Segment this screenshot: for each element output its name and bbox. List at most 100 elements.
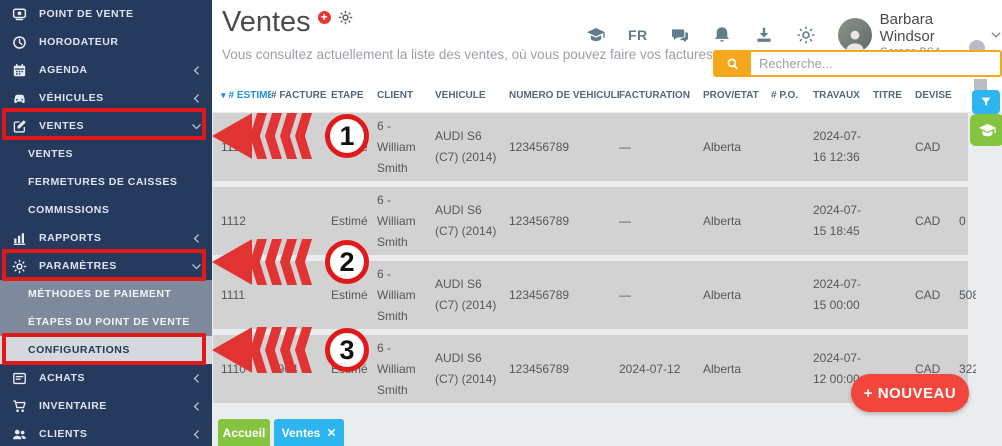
cell-client: 6 - William Smith <box>377 190 435 253</box>
cell-client: 6 - William Smith <box>377 338 435 401</box>
search-input[interactable] <box>751 52 1000 75</box>
sidebar-item-label: CLIENTS <box>39 428 87 440</box>
cell-etape: Estimé <box>331 137 377 158</box>
sidebar-item-ventes[interactable]: VENTES <box>0 140 212 168</box>
cell-devise: CAD <box>915 137 959 158</box>
cell-facture: 9904 <box>271 359 331 380</box>
settings-icon[interactable] <box>796 25 816 45</box>
sidebar-item-label: CONFIGURATIONS <box>28 344 130 356</box>
bar-chart-icon <box>12 230 28 246</box>
cell-prov: Alberta <box>703 211 771 232</box>
column-header[interactable]: NUMÉRO DE VÉHICULE <box>509 90 619 101</box>
chat-icon[interactable] <box>670 25 690 45</box>
search-icon[interactable] <box>715 52 751 75</box>
document-icon <box>12 370 28 386</box>
language-button[interactable]: FR <box>628 27 648 43</box>
close-icon[interactable] <box>327 428 336 437</box>
cell-estime: 1113 <box>221 137 271 158</box>
gear-icon[interactable] <box>338 10 353 25</box>
column-header[interactable]: # FACTURE <box>271 90 331 101</box>
graduation-cap-icon[interactable] <box>586 25 606 45</box>
cell-vehicule: AUDI S6 (C7) (2014) <box>435 126 509 168</box>
sidebar-item-label: RAPPORTS <box>39 232 101 244</box>
cell-etape: Estimé <box>331 285 377 306</box>
chevron-down-icon <box>191 121 202 132</box>
cell-prov: Alberta <box>703 359 771 380</box>
sidebar-item-ventes[interactable]: VENTES <box>0 112 212 140</box>
sidebar-item-parametres[interactable]: PARAMÈTRES <box>0 252 212 280</box>
table-row[interactable]: 1111 Estimé6 - William SmithAUDI S6 (C7) … <box>213 261 968 329</box>
cell-devise: CAD <box>915 211 959 232</box>
avatar[interactable] <box>838 18 872 52</box>
sidebar-item-configurations[interactable]: CONFIGURATIONS <box>0 336 212 364</box>
column-header-label: ÉTAPE <box>331 90 364 101</box>
column-header[interactable]: TITRE <box>873 90 915 101</box>
column-header[interactable]: # P.O. <box>771 90 813 101</box>
tab-accueil[interactable]: Accueil <box>218 419 270 446</box>
table-row[interactable]: 1113Estimé6 - William SmithAUDI S6 (C7) … <box>213 113 968 181</box>
sidebar-item-etapes-du-point-de-vente[interactable]: ÉTAPES DU POINT DE VENTE <box>0 308 212 336</box>
users-icon <box>12 426 28 442</box>
sidebar-item-commissions[interactable]: COMMISSIONS <box>0 196 212 224</box>
sidebar-item-clients[interactable]: CLIENTS <box>0 420 212 446</box>
cell-travaux: 2024-07-15 18:45 <box>813 200 873 242</box>
sidebar-item-horodateur[interactable]: HORODATEUR <box>0 28 212 56</box>
sidebar-item-vehicules[interactable]: VÉHICULES <box>0 84 212 112</box>
column-header[interactable]: CLIENT <box>377 90 435 101</box>
filter-button[interactable] <box>972 90 1000 114</box>
sidebar-item-label: VÉHICULES <box>39 92 104 104</box>
clock-icon <box>12 34 28 50</box>
column-header-label: # FACTURE <box>271 90 327 101</box>
sidebar-item-inventaire[interactable]: INVENTAIRE <box>0 392 212 420</box>
sidebar-item-fermetures-de-caisses[interactable]: FERMETURES DE CAISSES <box>0 168 212 196</box>
sidebar-item-label: ÉTAPES DU POINT DE VENTE <box>28 316 190 328</box>
cell-prov: Alberta <box>703 285 771 306</box>
add-icon[interactable]: + <box>318 11 331 24</box>
tab-label: Ventes <box>282 426 321 440</box>
tutorial-button[interactable] <box>970 114 1002 146</box>
sidebar-item-agenda[interactable]: AGENDA <box>0 56 212 84</box>
sidebar-item-label: HORODATEUR <box>39 36 118 48</box>
column-header[interactable]: VÉHICULE <box>435 90 509 101</box>
search-bar <box>713 50 1002 77</box>
sidebar-item-label: MÉTHODES DE PAIEMENT <box>28 288 171 300</box>
sidebar-item-methodes-de-paiement[interactable]: MÉTHODES DE PAIEMENT <box>0 280 212 308</box>
table-row[interactable]: 1112Estimé6 - William SmithAUDI S6 (C7) … <box>213 187 968 255</box>
edit-icon <box>12 118 28 134</box>
cell-facturation: — <box>619 137 703 158</box>
cell-montant: 0 <box>959 211 976 232</box>
sidebar-item-rapports[interactable]: RAPPORTS <box>0 224 212 252</box>
sidebar-item-label: INVENTAIRE <box>39 400 107 412</box>
column-header[interactable]: ÉTAPE <box>331 90 377 101</box>
bell-icon[interactable] <box>712 25 732 45</box>
cell-vehicule: AUDI S6 (C7) (2014) <box>435 200 509 242</box>
cell-client: 6 - William Smith <box>377 264 435 327</box>
car-icon <box>12 90 28 106</box>
cell-estime: 1112 <box>221 211 271 232</box>
topbar-icons: FR <box>586 25 838 45</box>
tab-ventes[interactable]: Ventes <box>274 419 344 446</box>
sidebar-item-label: VENTES <box>28 148 73 160</box>
cell-vehicule: AUDI S6 (C7) (2014) <box>435 348 509 390</box>
sidebar-item-label: ACHATS <box>39 372 85 384</box>
column-header[interactable]: FACTURATION <box>619 90 703 101</box>
download-icon[interactable] <box>754 25 774 45</box>
new-button[interactable]: + NOUVEAU <box>851 374 969 412</box>
gear-icon <box>12 258 28 274</box>
cell-montant: 322 <box>959 359 976 380</box>
caret-down-icon[interactable] <box>990 29 1002 41</box>
column-header[interactable]: PROV/ÉTAT <box>703 90 771 101</box>
cell-estime: 1111 <box>221 285 271 306</box>
column-header-label: CLIENT <box>377 90 413 101</box>
cell-vehicule: AUDI S6 (C7) (2014) <box>435 274 509 316</box>
column-header[interactable]: DEVISE <box>915 90 959 101</box>
sidebar-item-achats[interactable]: ACHATS <box>0 364 212 392</box>
sidebar-item-label: POINT DE VENTE <box>39 8 134 20</box>
column-header[interactable]: ▾# ESTIMÉ <box>221 90 271 101</box>
cart-icon <box>12 398 28 414</box>
column-header-label: VÉHICULE <box>435 90 486 101</box>
column-header-label: TRAVAUX <box>813 90 860 101</box>
sidebar-item-point-de-vente[interactable]: POINT DE VENTE <box>0 0 212 28</box>
column-header[interactable]: TRAVAUX <box>813 90 873 101</box>
cell-facturation: — <box>619 285 703 306</box>
